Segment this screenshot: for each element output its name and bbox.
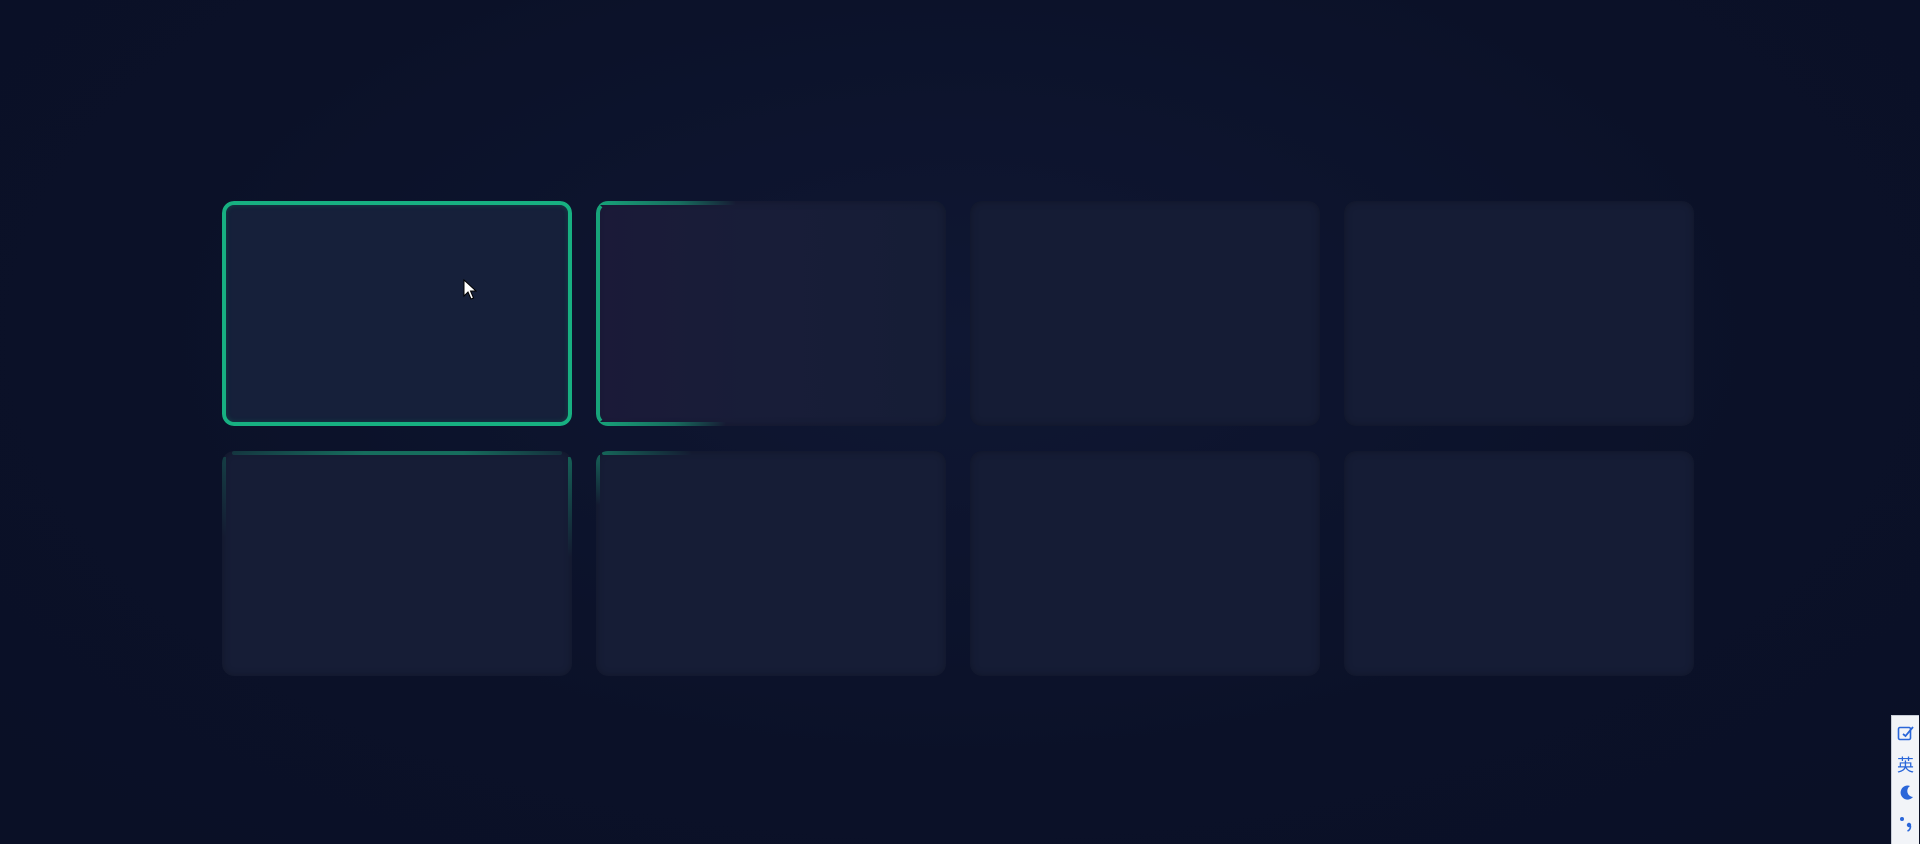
card-grid bbox=[222, 201, 1702, 676]
card-glow-segment bbox=[596, 455, 600, 505]
ime-language-toggle[interactable]: 英 bbox=[1894, 750, 1918, 776]
card-glow-segment bbox=[602, 451, 692, 455]
card-r2-c1[interactable] bbox=[222, 451, 572, 676]
card-r1-c1[interactable] bbox=[222, 201, 572, 426]
card-r2-c2[interactable] bbox=[596, 451, 946, 676]
card-r2-c4[interactable] bbox=[1344, 451, 1694, 676]
card-glow-segment bbox=[568, 457, 572, 557]
card-r1-c3[interactable] bbox=[970, 201, 1320, 426]
ime-toolbar: 英 bbox=[1891, 715, 1919, 844]
ime-settings-icon[interactable] bbox=[1894, 720, 1918, 746]
page-background: 英 bbox=[0, 0, 1920, 844]
card-glow-segment bbox=[596, 201, 736, 205]
mouse-pointer-icon bbox=[463, 279, 477, 300]
ime-moon-icon[interactable] bbox=[1894, 780, 1918, 806]
card-glow-segment bbox=[222, 457, 226, 537]
card-glow-border bbox=[596, 201, 946, 426]
card-r2-c3[interactable] bbox=[970, 451, 1320, 676]
card-glow-border bbox=[222, 201, 572, 426]
ime-punctuation-icon[interactable] bbox=[1894, 810, 1918, 836]
card-glow-segment bbox=[232, 451, 562, 455]
card-glow-segment bbox=[596, 422, 726, 426]
card-r1-c4[interactable] bbox=[1344, 201, 1694, 426]
card-r1-c2[interactable] bbox=[596, 201, 946, 426]
